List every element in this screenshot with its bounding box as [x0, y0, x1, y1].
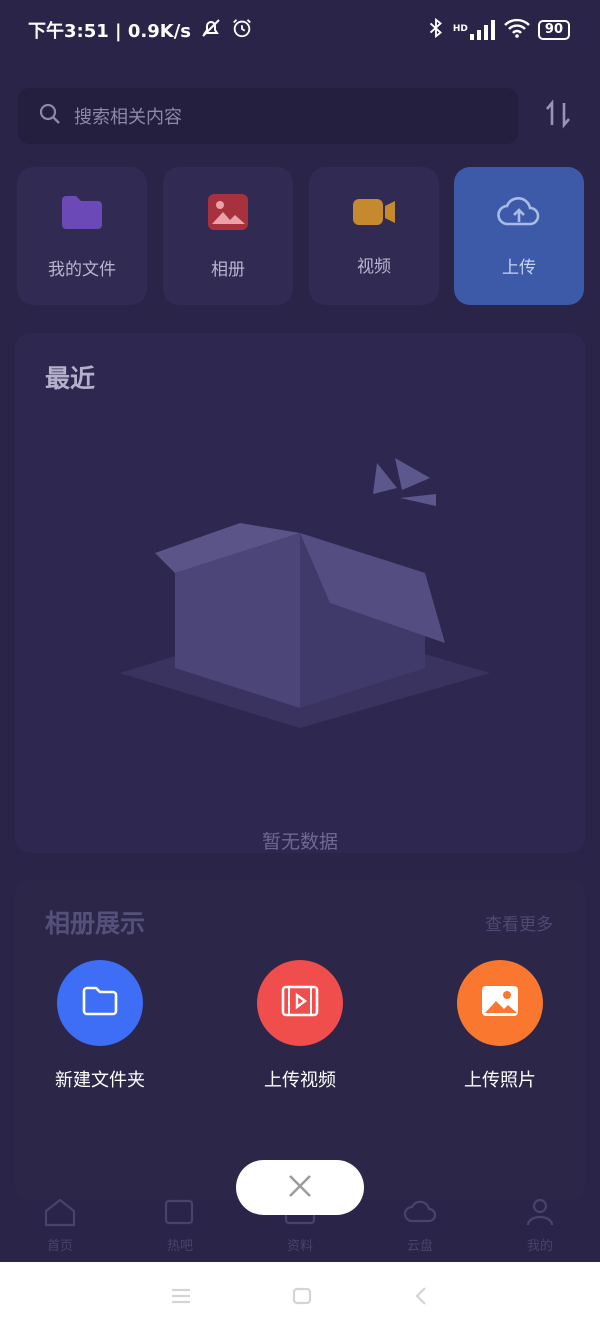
cloud-icon — [403, 1197, 437, 1231]
search-icon — [38, 102, 62, 131]
nav-mine[interactable]: 我的 — [500, 1197, 580, 1254]
action-label: 上传照片 — [464, 1070, 536, 1091]
search-placeholder: 搜索相关内容 — [74, 107, 182, 128]
empty-box-illustration — [115, 453, 495, 737]
menu-icon[interactable] — [170, 1287, 192, 1309]
wifi-icon — [504, 18, 530, 43]
nav-hot[interactable]: 热吧 — [140, 1197, 220, 1254]
status-time: 下午3:51 | 0.9K/s — [28, 21, 192, 42]
empty-state-text: 暂无数据 — [261, 831, 338, 853]
tile-upload[interactable]: 上传 — [454, 167, 584, 305]
recent-title: 最近 — [45, 364, 96, 393]
nav-label: 我的 — [526, 1238, 553, 1254]
signal-icon: HD — [453, 20, 496, 40]
folder-icon — [81, 985, 119, 1022]
view-more-link[interactable]: 查看更多 — [485, 910, 553, 935]
mute-icon — [199, 16, 223, 45]
tile-label: 视频 — [357, 257, 391, 277]
battery-indicator: 90 — [537, 20, 570, 40]
tile-label: 相册 — [211, 260, 245, 280]
sparkle-chat-icon — [163, 1197, 197, 1231]
status-bar: 下午3:51 | 0.9K/s HD 90 — [0, 0, 600, 60]
nav-cloud[interactable]: 云盘 — [380, 1197, 460, 1254]
close-button[interactable] — [236, 1160, 364, 1215]
upload-video-button[interactable]: 上传视频 — [220, 960, 380, 1092]
upload-photo-circle — [457, 960, 543, 1046]
video-play-icon — [280, 984, 320, 1023]
nav-label: 云盘 — [406, 1238, 433, 1254]
home-icon — [43, 1197, 77, 1231]
nav-label: 首页 — [46, 1238, 73, 1254]
nav-home[interactable]: 首页 — [20, 1197, 100, 1254]
tile-label: 我的文件 — [48, 260, 116, 280]
image-icon — [480, 984, 520, 1023]
hd-label: HD — [452, 24, 468, 34]
album-title: 相册展示 — [45, 909, 146, 938]
sort-arrows-icon — [543, 99, 573, 133]
close-icon — [287, 1173, 313, 1203]
new-folder-button[interactable]: 新建文件夹 — [20, 960, 180, 1092]
tile-my-files[interactable]: 我的文件 — [17, 167, 147, 305]
photo-album-icon — [206, 192, 250, 237]
upload-photo-button[interactable]: 上传照片 — [420, 960, 580, 1092]
tile-label: 上传 — [502, 258, 536, 278]
home-square-icon[interactable] — [291, 1287, 313, 1309]
nav-label: 资料 — [286, 1238, 313, 1254]
nav-label: 热吧 — [166, 1238, 193, 1254]
cloud-upload-icon — [496, 194, 542, 235]
video-camera-icon — [351, 195, 397, 234]
bluetooth-icon — [427, 17, 445, 44]
tile-album[interactable]: 相册 — [163, 167, 293, 305]
action-label: 上传视频 — [264, 1070, 336, 1091]
folder-icon — [59, 192, 105, 237]
tile-video[interactable]: 视频 — [309, 167, 439, 305]
new-folder-circle — [57, 960, 143, 1046]
sort-button[interactable] — [538, 96, 578, 136]
back-icon[interactable] — [412, 1286, 430, 1310]
search-input[interactable]: 搜索相关内容 — [18, 88, 518, 144]
system-nav-bar — [0, 1262, 600, 1333]
recent-card: 最近 暂无数据 — [15, 333, 585, 853]
action-label: 新建文件夹 — [55, 1070, 145, 1091]
person-icon — [523, 1197, 557, 1231]
alarm-icon — [231, 17, 253, 44]
upload-video-circle — [257, 960, 343, 1046]
